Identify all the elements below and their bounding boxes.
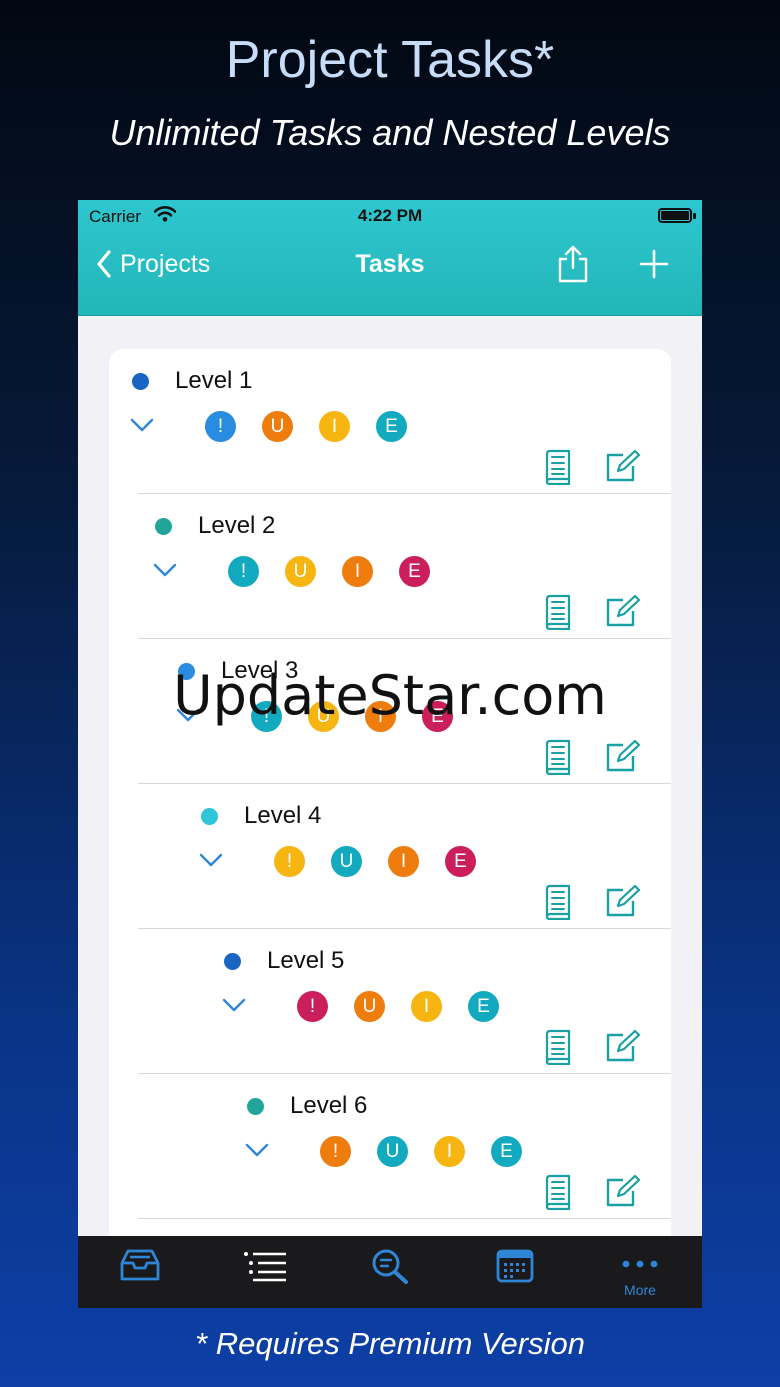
task-title: Level 6 <box>290 1092 368 1119</box>
plus-icon <box>639 249 669 279</box>
row-divider <box>138 1218 671 1219</box>
edit-icon[interactable] <box>605 449 641 483</box>
chevron-down-icon[interactable] <box>153 562 177 578</box>
task-title: Level 5 <box>267 947 345 974</box>
notes-icon[interactable] <box>544 739 574 775</box>
task-row[interactable]: Level 3! U I E <box>109 639 671 784</box>
edit-icon[interactable] <box>605 594 641 628</box>
task-color-dot <box>247 1098 264 1115</box>
priority-badge: E <box>422 701 453 732</box>
priority-badge: U <box>262 411 293 442</box>
priority-badge: U <box>285 556 316 587</box>
task-color-dot <box>155 518 172 535</box>
add-task-button[interactable] <box>638 248 670 285</box>
tab-more[interactable]: More <box>578 1236 702 1308</box>
page-title: Tasks <box>355 250 425 278</box>
priority-badge: U <box>331 846 362 877</box>
edit-icon[interactable] <box>605 739 641 773</box>
promo-footnote: * Requires Premium Version <box>195 1326 585 1361</box>
notes-icon[interactable] <box>544 1029 574 1065</box>
priority-badge: ! <box>320 1136 351 1167</box>
priority-badge: I <box>411 991 442 1022</box>
priority-badge: I <box>365 701 396 732</box>
priority-badge: I <box>319 411 350 442</box>
priority-badge: E <box>445 846 476 877</box>
chevron-down-icon[interactable] <box>176 707 200 723</box>
priority-badge: U <box>377 1136 408 1167</box>
more-dots-icon <box>622 1260 658 1268</box>
notes-icon[interactable] <box>544 1174 574 1210</box>
priority-badge: I <box>342 556 373 587</box>
tab-inbox[interactable] <box>78 1236 202 1308</box>
notes-icon[interactable] <box>544 884 574 920</box>
promo-title: Project Tasks* <box>225 31 555 89</box>
priority-badge: I <box>434 1136 465 1167</box>
battery-nub <box>693 213 696 219</box>
task-color-dot <box>224 953 241 970</box>
phone-screen: Carrier 4:22 PM Projects Tasks Level 1 !… <box>78 200 702 1308</box>
task-color-dot <box>178 663 195 680</box>
status-time: 4:22 PM <box>357 206 423 225</box>
calendar-icon <box>496 1249 534 1283</box>
notes-icon[interactable] <box>544 449 574 485</box>
priority-badge: U <box>354 991 385 1022</box>
task-row[interactable]: Level 1! U I E <box>109 349 671 494</box>
tab-more-label: More <box>624 1282 656 1298</box>
status-bar: Carrier 4:22 PM <box>78 200 702 230</box>
task-row[interactable]: Level 6! U I E <box>109 1074 671 1219</box>
priority-badge: U <box>308 701 339 732</box>
tab-calendar[interactable] <box>453 1236 577 1308</box>
priority-badge: E <box>491 1136 522 1167</box>
navigation-bar: Carrier 4:22 PM Projects Tasks <box>78 200 702 316</box>
promo-subtitle: Unlimited Tasks and Nested Levels <box>109 112 671 153</box>
task-title: Level 2 <box>198 512 276 539</box>
task-title: Level 4 <box>244 802 322 829</box>
task-row[interactable]: Level 4! U I E <box>109 784 671 929</box>
priority-badge: ! <box>274 846 305 877</box>
priority-badge: E <box>376 411 407 442</box>
edit-icon[interactable] <box>605 884 641 918</box>
priority-badge: ! <box>251 701 282 732</box>
battery-icon <box>658 208 692 223</box>
notes-icon[interactable] <box>544 594 574 630</box>
task-color-dot <box>132 373 149 390</box>
share-icon <box>558 245 588 283</box>
edit-icon[interactable] <box>605 1029 641 1063</box>
search-icon <box>372 1249 408 1284</box>
chevron-down-icon[interactable] <box>130 417 154 433</box>
priority-badge: I <box>388 846 419 877</box>
list-icon <box>244 1252 286 1282</box>
share-button[interactable] <box>556 244 590 289</box>
chevron-down-icon[interactable] <box>245 1142 269 1158</box>
chevron-down-icon[interactable] <box>222 997 246 1013</box>
task-title: Level 1 <box>175 367 253 394</box>
priority-badge: E <box>468 991 499 1022</box>
priority-badge: ! <box>228 556 259 587</box>
chevron-down-icon[interactable] <box>199 852 223 868</box>
task-title: Level 3 <box>221 657 299 684</box>
edit-icon[interactable] <box>605 1174 641 1208</box>
inbox-tray-icon <box>120 1249 160 1281</box>
task-color-dot <box>201 808 218 825</box>
tab-list[interactable] <box>203 1236 327 1308</box>
tab-search[interactable] <box>328 1236 452 1308</box>
task-list-area: Level 1! U I E Level 2! U I E Level 3! U I E Level 4… <box>78 316 702 1236</box>
task-row[interactable]: Level 5! U I E <box>109 929 671 1074</box>
tab-bar: More <box>78 1236 702 1308</box>
task-card: Level 1! U I E Level 2! U I E Level 3! U I E Level 4… <box>109 349 671 1236</box>
priority-badge: ! <box>297 991 328 1022</box>
task-row[interactable]: Level 2! U I E <box>109 494 671 639</box>
priority-badge: ! <box>205 411 236 442</box>
priority-badge: E <box>399 556 430 587</box>
